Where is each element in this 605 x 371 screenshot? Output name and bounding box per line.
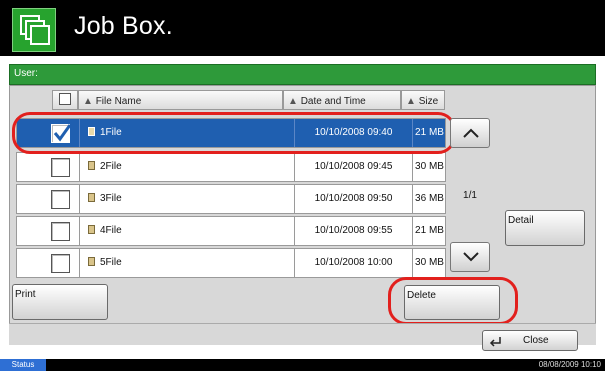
status-bar: Status 08/08/2009 10:10 [0, 359, 605, 371]
file-icon [88, 257, 95, 266]
file-name-cell: 1File [79, 119, 294, 147]
user-label: User: [14, 68, 38, 79]
column-header-label: Size [418, 96, 439, 107]
status-button[interactable]: Status [0, 359, 46, 371]
header-bar: Job Box. [0, 0, 605, 56]
date-cell: 10/10/2008 09:55 [294, 217, 412, 245]
date-cell: 10/10/2008 09:40 [294, 119, 412, 147]
date-cell: 10/10/2008 09:50 [294, 185, 412, 213]
user-bar: User: [9, 64, 596, 85]
column-header-date-time[interactable]: ▲ Date and Time [283, 90, 401, 110]
row-checkbox[interactable] [51, 190, 70, 209]
delete-button[interactable]: Delete [404, 285, 500, 320]
size-cell: 30 MB [412, 153, 446, 181]
row-checkbox[interactable] [51, 158, 70, 177]
sort-arrow-icon: ▲ [288, 96, 301, 107]
scroll-up-button[interactable] [450, 118, 490, 148]
row-checkbox[interactable] [51, 254, 70, 273]
file-icon [88, 161, 95, 170]
sort-arrow-icon: ▲ [406, 96, 419, 107]
chevron-up-icon [463, 128, 479, 138]
column-header-size[interactable]: ▲ Size [401, 90, 445, 110]
job-box-icon [12, 8, 56, 52]
file-icon [88, 225, 95, 234]
column-header-label: Date and Time [300, 96, 366, 107]
table-row[interactable]: 4File 10/10/2008 09:55 21 MB [16, 216, 446, 246]
print-button[interactable]: Print [12, 284, 108, 320]
status-datetime: 08/08/2009 10:10 [538, 360, 601, 369]
table-row[interactable]: 1File 10/10/2008 09:40 21 MB [16, 118, 446, 148]
file-icon [88, 193, 95, 202]
file-name: 3File [100, 193, 122, 204]
scroll-controls: 1/1 [446, 112, 494, 272]
file-name: 4File [100, 225, 122, 236]
detail-button[interactable]: Detail [505, 210, 585, 246]
file-name-cell: 4File [79, 217, 294, 245]
select-all-checkbox[interactable] [52, 90, 78, 110]
return-arrow-icon [489, 337, 501, 347]
checkmark-icon [53, 124, 72, 142]
file-name: 1File [100, 127, 122, 138]
page-indicator: 1/1 [463, 190, 477, 201]
row-checkbox[interactable] [51, 222, 70, 241]
close-button[interactable]: Close [482, 330, 578, 351]
file-name: 2File [100, 161, 122, 172]
scroll-down-button[interactable] [450, 242, 490, 272]
size-cell: 21 MB [412, 217, 446, 245]
date-cell: 10/10/2008 09:45 [294, 153, 412, 181]
date-cell: 10/10/2008 10:00 [294, 249, 412, 277]
sort-arrow-icon: ▲ [83, 96, 96, 107]
file-icon [88, 127, 95, 136]
checkbox-icon [59, 93, 71, 105]
file-name-cell: 5File [79, 249, 294, 277]
table-row[interactable]: 2File 10/10/2008 09:45 30 MB [16, 152, 446, 182]
table-row[interactable]: 5File 10/10/2008 10:00 30 MB [16, 248, 446, 278]
size-cell: 30 MB [412, 249, 446, 277]
row-checkbox[interactable] [51, 124, 72, 143]
page-title: Job Box. [74, 12, 173, 40]
column-header-label: File Name [95, 96, 142, 107]
close-label: Close [523, 335, 549, 346]
file-name-cell: 3File [79, 185, 294, 213]
file-name: 5File [100, 257, 122, 268]
size-cell: 36 MB [412, 185, 446, 213]
chevron-down-icon [463, 252, 479, 262]
size-cell: 21 MB [412, 119, 446, 147]
file-name-cell: 2File [79, 153, 294, 181]
column-header-file-name[interactable]: ▲ File Name [78, 90, 283, 110]
table-row[interactable]: 3File 10/10/2008 09:50 36 MB [16, 184, 446, 214]
